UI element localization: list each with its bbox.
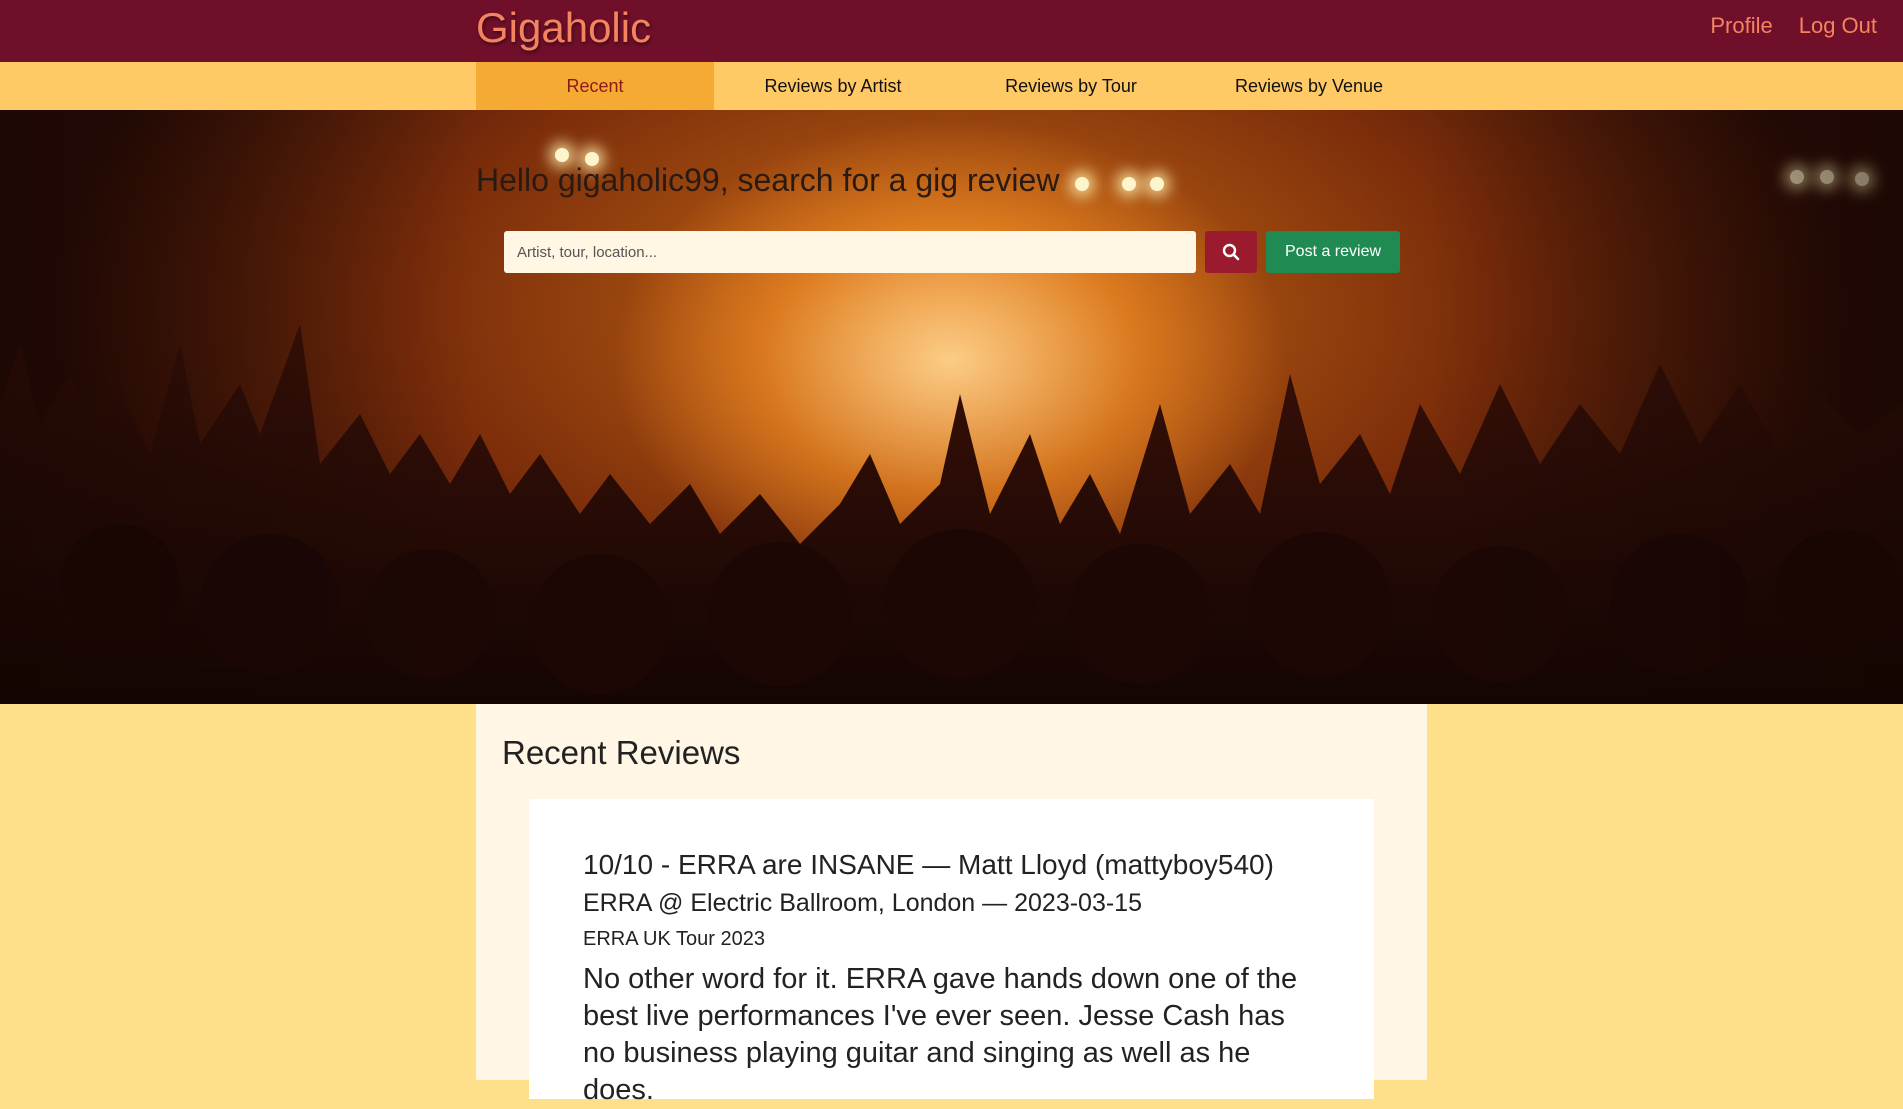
main-content: Recent Reviews 10/10 - ERRA are INSANE —… bbox=[476, 704, 1427, 1106]
search-bar: Post a review bbox=[504, 231, 1401, 273]
tab-reviews-by-tour[interactable]: Reviews by Tour bbox=[952, 62, 1190, 110]
tab-reviews-by-venue[interactable]: Reviews by Venue bbox=[1190, 62, 1428, 110]
review-body: No other word for it. ERRA gave hands do… bbox=[583, 963, 1298, 1106]
section-title: Recent Reviews bbox=[502, 734, 741, 771]
nav-bar: Recent Reviews by Artist Reviews by Tour… bbox=[0, 62, 1903, 110]
greeting-heading: Hello gigaholic99, search for a gig revi… bbox=[476, 162, 1060, 198]
review-meta: ERRA @ Electric Ballroom, London — 2023-… bbox=[583, 889, 1142, 917]
account-links: Profile Log Out bbox=[1710, 13, 1877, 39]
tab-recent[interactable]: Recent bbox=[476, 62, 714, 110]
top-header: Gigaholic Profile Log Out bbox=[0, 0, 1903, 62]
search-icon bbox=[1222, 243, 1240, 261]
review-tour: ERRA UK Tour 2023 bbox=[583, 928, 765, 950]
search-input[interactable] bbox=[504, 231, 1196, 273]
profile-link[interactable]: Profile bbox=[1710, 13, 1772, 39]
hero-banner: Hello gigaholic99, search for a gig revi… bbox=[0, 110, 1903, 704]
hero-shade bbox=[0, 110, 1903, 704]
tab-reviews-by-artist[interactable]: Reviews by Artist bbox=[714, 62, 952, 110]
brand-logo[interactable]: Gigaholic bbox=[476, 4, 651, 52]
search-button[interactable] bbox=[1205, 231, 1257, 273]
review-card[interactable]: 10/10 - ERRA are INSANE — Matt Lloyd (ma… bbox=[529, 799, 1374, 1106]
review-title: 10/10 - ERRA are INSANE — Matt Lloyd (ma… bbox=[583, 849, 1274, 880]
nav-tabs: Recent Reviews by Artist Reviews by Tour… bbox=[476, 62, 1428, 110]
logout-link[interactable]: Log Out bbox=[1799, 13, 1877, 39]
post-review-button[interactable]: Post a review bbox=[1266, 231, 1401, 273]
